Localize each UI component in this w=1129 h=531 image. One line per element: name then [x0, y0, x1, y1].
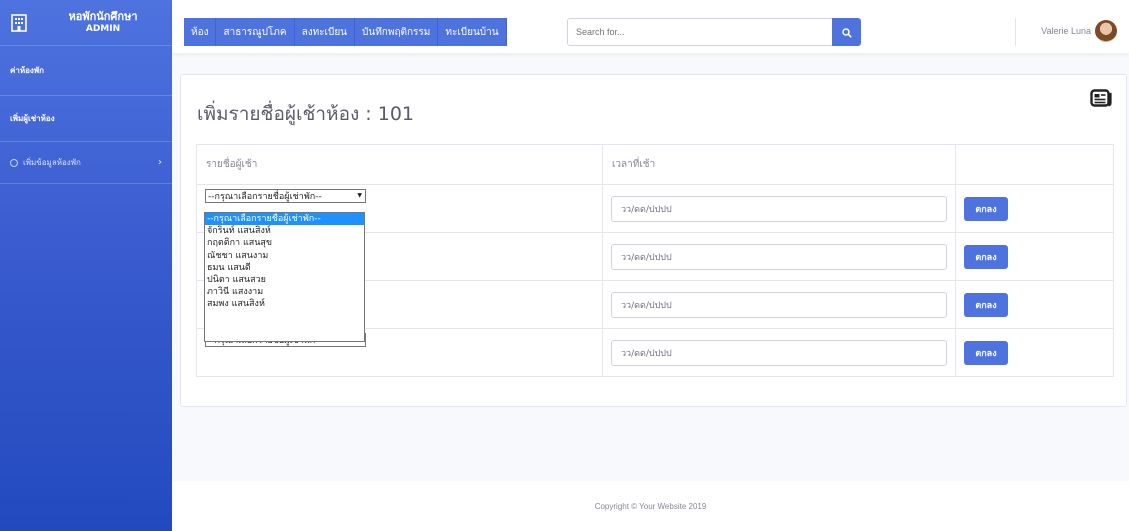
dropdown-option[interactable]: ปนิตา แสนสวย — [205, 274, 364, 286]
dropdown-option[interactable]: --กรุณาเลือกรายชื่อผู้เช่าพัก-- — [205, 213, 364, 226]
dropdown-option[interactable]: กฤตติกา แสนสุข — [205, 237, 364, 249]
menu-room-button[interactable]: ห้อง — [184, 18, 217, 46]
sidebar: หอพักนักศึกษา ADMIN ค่าห้องพัก เพิ่มผู้เ… — [0, 0, 172, 531]
date-input[interactable]: วว/ดด/ปปปป — [611, 291, 947, 318]
topbar-divider — [1015, 18, 1016, 46]
sidebar-item-label: ค่าห้องพัก — [10, 66, 44, 75]
date-input[interactable]: วว/ดด/ปปปป — [611, 243, 947, 270]
header-tenant-name: รายชื่อผู้เช้า — [196, 144, 603, 185]
menu-behavior-record-button[interactable]: บันทึกพฤติกรรม — [355, 18, 439, 46]
dropdown-option[interactable]: ภาวินี แสงงาม — [205, 286, 364, 298]
confirm-button[interactable]: ตกลง — [964, 196, 1008, 221]
footer: Copyright © Your Website 2019 — [172, 481, 1129, 531]
confirm-button[interactable]: ตกลง — [964, 244, 1008, 269]
menu-utilities-button[interactable]: สาธารณูปโภค — [216, 18, 295, 46]
menu-house-registration-button[interactable]: ทะเบียนบ้าน — [438, 18, 507, 46]
sidebar-item-label: เพิ่มข้อมูลห้องพัก — [23, 158, 81, 167]
header-check-in-date: เวลาที่เช้า — [602, 144, 956, 185]
search-input[interactable] — [567, 18, 832, 46]
sidebar-item-room-fee[interactable]: ค่าห้องพัก — [0, 46, 172, 96]
date-input[interactable]: วว/ดด/ปปปป — [611, 195, 947, 222]
circle-icon — [10, 158, 18, 167]
topbar: ห้อง สาธารณูปโภค ลงทะเบียน บันทึกพฤติกรร… — [172, 0, 1129, 53]
copyright-text: Copyright © Your Website 2019 — [594, 501, 707, 511]
building-icon — [10, 13, 28, 32]
page-title: เพิ่มรายชื่อผู้เช้าห้อง : 101 — [197, 103, 415, 125]
tenant-dropdown-list: --กรุณาเลือกรายชื่อผู้เช่าพัก-- จักรินท์… — [204, 212, 365, 342]
sidebar-brand[interactable]: หอพักนักศึกษา ADMIN — [0, 0, 172, 46]
search-icon — [841, 23, 852, 42]
header-action — [955, 144, 1114, 185]
confirm-button[interactable]: ตกลง — [964, 340, 1008, 365]
sidebar-item-add-tenant[interactable]: เพิ่มผู้เช่าห้อง — [0, 96, 172, 142]
menu-register-button[interactable]: ลงทะเบียน — [294, 18, 356, 46]
search-button[interactable] — [832, 18, 861, 46]
top-menu: ห้อง สาธารณูปโภค ลงทะเบียน บันทึกพฤติกรร… — [184, 18, 507, 46]
user-menu[interactable]: Valerie Luna — [1041, 20, 1117, 42]
user-name: Valerie Luna — [1041, 26, 1091, 36]
dropdown-option[interactable]: จักรินท์ แสนสิงห์ — [205, 225, 364, 237]
brand-subtitle: ADMIN — [85, 23, 121, 34]
sidebar-item-add-room-info[interactable]: เพิ่มข้อมูลห้องพัก › — [0, 142, 172, 184]
newspaper-icon[interactable] — [1090, 89, 1112, 111]
avatar — [1095, 20, 1117, 42]
tenant-select[interactable]: --กรุณาเลือกรายชื่อผู้เช่าพัก-- ▼ — [205, 188, 366, 203]
confirm-button[interactable]: ตกลง — [964, 292, 1008, 317]
date-input[interactable]: วว/ดด/ปปปป — [611, 339, 947, 366]
dropdown-arrow-icon: ▼ — [357, 192, 362, 199]
chevron-right-icon: › — [158, 157, 162, 168]
sidebar-item-label: เพิ่มผู้เช่าห้อง — [10, 114, 55, 123]
brand-title: หอพักนักศึกษา — [68, 9, 138, 23]
dropdown-option[interactable]: สมพง แสนสิงห์ — [205, 298, 364, 310]
dropdown-option[interactable]: ณัชชา แสนงาม — [205, 250, 364, 262]
dropdown-option[interactable]: ธมน แสนดี — [205, 262, 364, 274]
search-bar — [567, 18, 861, 46]
